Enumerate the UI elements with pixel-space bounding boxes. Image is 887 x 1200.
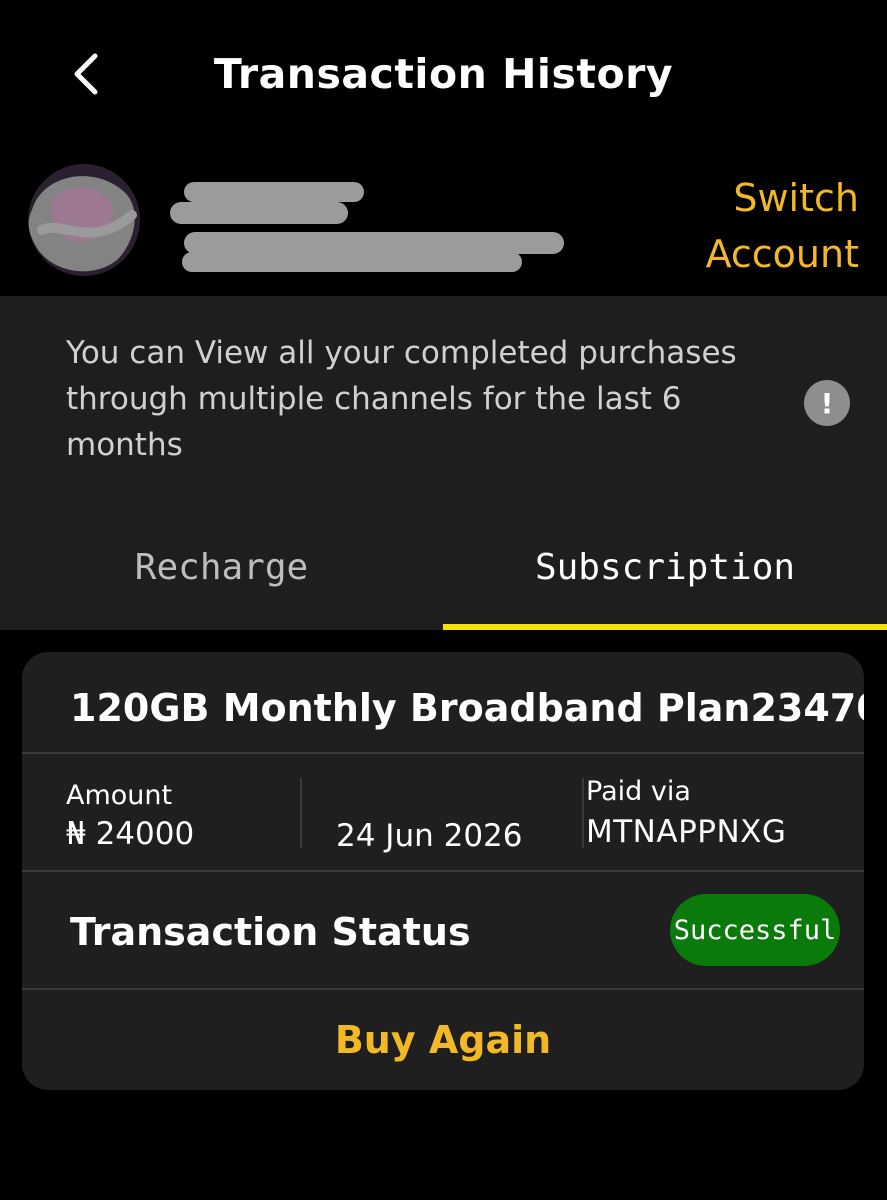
redaction-bar	[182, 252, 522, 272]
divider	[22, 752, 864, 754]
redaction-bar	[184, 232, 564, 254]
switch-account-button[interactable]: Switch Account	[639, 170, 859, 282]
paid-via-value: MTNAPPNXG	[586, 814, 787, 850]
transaction-status-label: Transaction Status	[70, 910, 471, 954]
amount-label: Amount	[66, 780, 173, 811]
amount-value: ₦ 24000	[66, 816, 195, 852]
status-badge: Successful	[670, 894, 840, 966]
redaction-bar	[170, 202, 348, 224]
column-divider	[300, 778, 302, 848]
tab-subscription[interactable]: Subscription	[443, 504, 887, 630]
tab-recharge[interactable]: Recharge	[0, 504, 443, 630]
page-title: Transaction History	[213, 50, 674, 98]
buy-again-button[interactable]: Buy Again	[22, 990, 864, 1090]
redaction-bar	[184, 182, 364, 202]
column-divider	[582, 778, 584, 848]
avatar[interactable]	[22, 160, 152, 280]
redacted-avatar-icon	[28, 164, 140, 276]
divider	[22, 870, 864, 872]
active-tab-indicator	[443, 624, 887, 630]
paid-via-label: Paid via	[586, 776, 691, 807]
info-message: You can View all your completed purchase…	[66, 335, 737, 463]
plan-name: 120GB Monthly Broadband Plan23470	[70, 686, 864, 730]
transaction-card[interactable]: 120GB Monthly Broadband Plan23470 Amount…	[22, 652, 864, 1090]
info-icon[interactable]: !	[804, 380, 850, 426]
transaction-date: 24 Jun 2026	[336, 818, 523, 854]
